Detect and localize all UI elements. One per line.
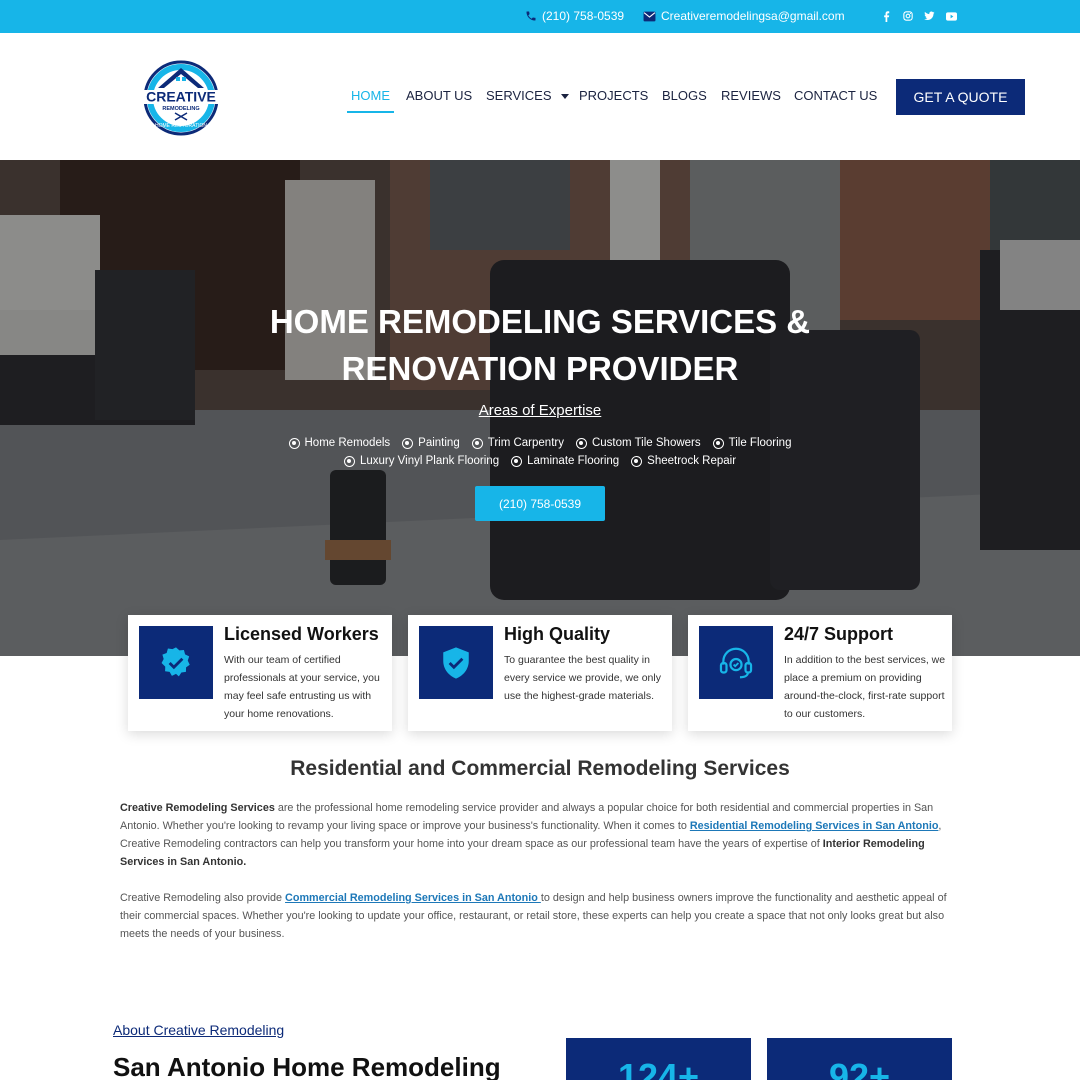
feature-description: With our team of certified professionals… — [224, 654, 380, 720]
verified-badge-icon — [139, 626, 213, 699]
site-header: CREATIVE REMODELING HOME RESTORATION HOM… — [0, 33, 1080, 160]
nav-reviews[interactable]: REVIEWS — [721, 88, 781, 103]
services-paragraph-2: Creative Remodeling also provide Commerc… — [120, 889, 960, 943]
circle-dot-icon — [402, 437, 414, 449]
expertise-label: Tile Flooring — [728, 437, 792, 449]
expertise-row-1: Home Remodels Painting Trim Carpentry Cu… — [0, 437, 1080, 449]
stat-box: 124+ — [566, 1038, 751, 1080]
youtube-icon[interactable] — [945, 10, 957, 22]
phone-icon — [526, 11, 536, 21]
feature-card-support: 24/7 Support In addition to the best ser… — [688, 615, 952, 731]
headset-icon — [699, 626, 773, 699]
nav-projects[interactable]: PROJECTS — [579, 88, 648, 103]
feature-description: To guarantee the best quality in every s… — [504, 654, 661, 702]
circle-dot-icon — [631, 455, 643, 467]
topbar-email-text: Creativeremodelingsa@gmail.com — [661, 9, 845, 23]
circle-dot-icon — [511, 455, 523, 467]
about-title: San Antonio Home Remodeling — [113, 1052, 501, 1080]
chevron-down-icon — [561, 94, 570, 100]
expertise-item: Sheetrock Repair — [631, 455, 736, 467]
nav-contact-us[interactable]: CONTACT US — [794, 88, 877, 103]
expertise-item: Painting — [402, 437, 460, 449]
get-a-quote-button[interactable]: GET A QUOTE — [896, 79, 1025, 115]
feature-title: High Quality — [504, 624, 611, 644]
topbar-phone[interactable]: (210) 758-0539 — [525, 9, 624, 23]
hero-section: HOME REMODELING SERVICES & RENOVATION PR… — [0, 160, 1080, 656]
feature-title: Licensed Workers — [224, 624, 379, 644]
nav-home[interactable]: HOME — [347, 88, 394, 113]
paragraph-text: Creative Remodeling also provide — [120, 892, 286, 904]
hero-title-line2: RENOVATION PROVIDER — [341, 350, 739, 387]
circle-dot-icon — [343, 455, 355, 467]
hero-title: HOME REMODELING SERVICES & RENOVATION PR… — [0, 298, 1080, 392]
feature-description: In addition to the best services, we pla… — [784, 654, 946, 720]
expertise-item: Laminate Flooring — [511, 455, 619, 467]
top-bar: (210) 758-0539 Creativeremodelingsa@gmai… — [0, 0, 1080, 33]
expertise-label: Painting — [418, 437, 460, 449]
expertise-label: Laminate Flooring — [527, 455, 620, 467]
twitter-icon[interactable] — [923, 10, 935, 22]
circle-dot-icon — [471, 437, 483, 449]
company-name-bold: Creative Remodeling Services — [120, 802, 275, 814]
about-link[interactable]: About Creative Remodeling — [113, 1022, 284, 1038]
instagram-icon[interactable] — [902, 10, 914, 22]
svg-text:HOME RESTORATION: HOME RESTORATION — [155, 123, 207, 129]
topbar-phone-text: (210) 758-0539 — [542, 9, 625, 23]
feature-title: 24/7 Support — [784, 624, 894, 644]
services-paragraph-1: Creative Remodeling Services are the pro… — [120, 799, 960, 871]
expertise-row-2: Luxury Vinyl Plank Flooring Laminate Flo… — [0, 455, 1080, 467]
hero-subtitle[interactable]: Areas of Expertise — [0, 402, 1080, 419]
expertise-label: Custom Tile Showers — [591, 437, 701, 449]
feature-card-licensed: Licensed Workers With our team of certif… — [128, 615, 392, 731]
feature-card-quality: High Quality To guarantee the best quali… — [408, 615, 672, 731]
hero-phone-button[interactable]: (210) 758-0539 — [475, 486, 605, 521]
expertise-item: Home Remodels — [288, 437, 391, 449]
expertise-item: Trim Carpentry — [471, 437, 564, 449]
expertise-item: Luxury Vinyl Plank Flooring — [343, 455, 500, 467]
residential-services-link[interactable]: Residential Remodeling Services in San A… — [690, 820, 939, 832]
facebook-icon[interactable] — [880, 10, 892, 22]
nav-services-label: SERVICES — [486, 88, 552, 103]
expertise-label: Sheetrock Repair — [647, 455, 737, 467]
shield-check-icon — [419, 626, 493, 699]
circle-dot-icon — [575, 437, 587, 449]
mail-icon — [643, 11, 656, 21]
nav-services[interactable]: SERVICES — [486, 88, 570, 103]
nav-about-us[interactable]: ABOUT US — [406, 88, 472, 103]
expertise-item: Custom Tile Showers — [575, 437, 701, 449]
expertise-label: Home Remodels — [304, 437, 391, 449]
topbar-email[interactable]: Creativeremodelingsa@gmail.com — [643, 9, 845, 23]
circle-dot-icon — [288, 437, 300, 449]
hero-title-line1: HOME REMODELING SERVICES & — [269, 303, 811, 340]
services-heading: Residential and Commercial Remodeling Se… — [290, 757, 790, 780]
nav-blogs[interactable]: BLOGS — [662, 88, 707, 103]
stat-box: 92+ — [767, 1038, 952, 1080]
expertise-item: Tile Flooring — [712, 437, 792, 449]
expertise-label: Trim Carpentry — [487, 437, 564, 449]
commercial-services-link[interactable]: Commercial Remodeling Services in San An… — [285, 892, 541, 904]
circle-dot-icon — [712, 437, 724, 449]
expertise-label: Luxury Vinyl Plank Flooring — [359, 455, 500, 467]
